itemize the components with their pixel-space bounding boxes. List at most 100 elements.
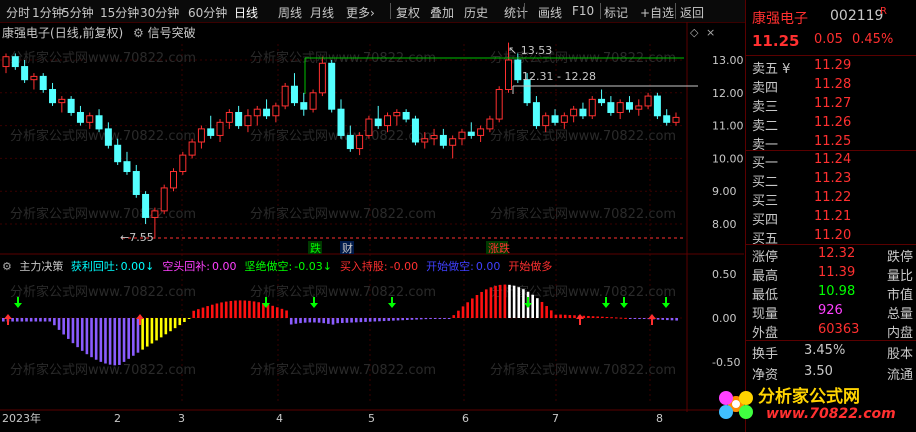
candle-body bbox=[374, 118, 382, 127]
toolbar-item[interactable]: 返回 bbox=[680, 4, 704, 21]
indicator-bar bbox=[461, 306, 465, 318]
toolbar-item[interactable]: F10 bbox=[572, 4, 594, 18]
indicator-bar bbox=[392, 318, 395, 321]
toolbar-item[interactable]: 60分钟 bbox=[188, 4, 227, 21]
time-axis-label: 7 bbox=[552, 412, 559, 425]
stat-right-label: 量比 bbox=[886, 269, 913, 284]
bid-row[interactable]: 买四 11.21 bbox=[752, 209, 913, 229]
indicator-legend-value: 0.00 bbox=[475, 260, 501, 273]
indicator-bar bbox=[206, 306, 209, 318]
price-tick-label: 12.00 bbox=[712, 87, 744, 100]
toolbar-item[interactable]: 15分钟 bbox=[100, 4, 139, 21]
indicator-bar bbox=[150, 318, 154, 344]
indicator-bar bbox=[466, 302, 469, 318]
candle-body bbox=[356, 134, 364, 150]
bid-row[interactable]: 买三 11.22 bbox=[752, 190, 913, 210]
indicator-bar bbox=[192, 310, 195, 318]
indicator-bar bbox=[373, 318, 377, 322]
toolbar-item[interactable]: 叠加 bbox=[430, 4, 454, 21]
buy-arrow-icon bbox=[576, 314, 584, 325]
indicator-bar bbox=[656, 318, 660, 320]
indicator-bar bbox=[173, 318, 177, 329]
stat-value: 3.45% bbox=[804, 343, 846, 358]
toolbar-item[interactable]: 30分钟 bbox=[140, 4, 179, 21]
indicator-bar bbox=[122, 318, 126, 362]
indicator-bar bbox=[215, 303, 219, 318]
stat-row: 外盘 60363 内盘 bbox=[752, 322, 913, 342]
indicator-bar bbox=[308, 318, 312, 323]
stat-row: 现量 926 总量 bbox=[752, 303, 913, 323]
indicator-bar bbox=[508, 284, 511, 318]
indicator-bar bbox=[145, 318, 149, 347]
settings-icon[interactable]: ⚙ bbox=[133, 26, 144, 40]
candle-body bbox=[402, 111, 410, 120]
watermark-text: 分析家公式网www.70822.com bbox=[250, 362, 436, 378]
toolbar-item[interactable]: 分时 bbox=[6, 4, 30, 21]
indicator-bar bbox=[224, 301, 228, 318]
indicator-bar bbox=[210, 304, 214, 318]
indicator-bar bbox=[220, 302, 223, 318]
toolbar-item[interactable]: 画线 bbox=[538, 4, 562, 21]
indicator-bar bbox=[271, 305, 274, 318]
bid-row[interactable]: 买二 11.23 bbox=[752, 171, 913, 191]
indicator-bar bbox=[322, 318, 326, 324]
indicator-bar bbox=[517, 287, 521, 318]
toolbar-item[interactable]: 1分钟 bbox=[32, 4, 64, 21]
indicator-name[interactable]: 信号突破 bbox=[148, 26, 196, 40]
toolbar-item[interactable]: 周线 bbox=[278, 4, 302, 21]
toolbar-item[interactable]: 月线 bbox=[310, 4, 334, 21]
ask-row[interactable]: 卖二 11.26 bbox=[752, 115, 913, 135]
toolbar-item[interactable]: 历史 bbox=[464, 4, 488, 21]
quote-code: 002119 bbox=[830, 8, 884, 24]
toolbar-item[interactable]: 标记 bbox=[604, 4, 628, 21]
toolbar-item[interactable]: 日线 bbox=[234, 4, 258, 21]
indicator-bar bbox=[257, 302, 261, 318]
stat-label: 外盘 bbox=[752, 326, 779, 341]
indicator-bar bbox=[424, 318, 428, 320]
indicator-title[interactable]: 主力决策 bbox=[19, 260, 63, 273]
ask-price: 11.29 bbox=[814, 58, 852, 73]
watermark-text: 分析家公式网www.70822.com bbox=[10, 206, 196, 222]
indicator-bar bbox=[559, 314, 562, 318]
indicator-settings-icon[interactable]: ⚙ bbox=[2, 260, 12, 273]
bid-row[interactable]: 买一 11.24 bbox=[752, 152, 913, 172]
indicator-legend-value: -0.00 bbox=[389, 260, 419, 273]
candle-body bbox=[384, 115, 392, 127]
indicator-bar bbox=[76, 318, 79, 348]
ask-row[interactable]: 卖三 11.27 bbox=[752, 96, 913, 116]
candle-body bbox=[49, 89, 57, 104]
candle-body bbox=[458, 131, 466, 140]
indicator-bar bbox=[406, 318, 409, 320]
candle-body bbox=[653, 95, 661, 117]
indicator-bar bbox=[591, 316, 595, 318]
indicator-bar bbox=[670, 318, 674, 321]
toolbar-item[interactable]: 复权 bbox=[396, 4, 420, 21]
indicator-bar bbox=[104, 318, 107, 364]
ask-label: 卖二 bbox=[752, 119, 779, 134]
indicator-bar bbox=[48, 318, 52, 322]
toolbar-item[interactable]: +自选 bbox=[640, 4, 674, 21]
stat-right-label: 跌停 bbox=[886, 250, 913, 265]
candle-body bbox=[170, 171, 177, 189]
toolbar-item[interactable]: 更多› bbox=[346, 4, 375, 21]
time-axis-label: 6 bbox=[462, 412, 469, 425]
bid-row[interactable]: 买五 11.20 bbox=[752, 228, 913, 248]
ask-row[interactable]: 卖四 11.28 bbox=[752, 77, 913, 97]
stat-row: 换手 3.45% 股本 bbox=[752, 343, 913, 363]
indicator-bar bbox=[94, 318, 98, 360]
logo-text: 分析家公式网 bbox=[758, 387, 860, 407]
time-axis-label: 2023年 bbox=[2, 411, 41, 425]
indicator-bar bbox=[80, 318, 84, 351]
time-axis-label: 3 bbox=[178, 412, 185, 425]
candle-body bbox=[467, 131, 475, 136]
toolbar-item[interactable]: 5分钟 bbox=[62, 4, 94, 21]
indicator-bar bbox=[512, 285, 516, 318]
indicator-legend-item: 开始做多 bbox=[508, 260, 558, 273]
indicator-bar bbox=[494, 285, 497, 318]
diamond-icon: ◇ bbox=[690, 26, 699, 39]
candle-body bbox=[588, 98, 596, 117]
indicator-bar bbox=[587, 315, 590, 318]
ask-row[interactable]: 卖五 ¥ 11.29 bbox=[752, 58, 913, 78]
annotation-label: 跌 bbox=[310, 241, 321, 255]
ask-row[interactable]: 卖一 11.25 bbox=[752, 134, 913, 154]
